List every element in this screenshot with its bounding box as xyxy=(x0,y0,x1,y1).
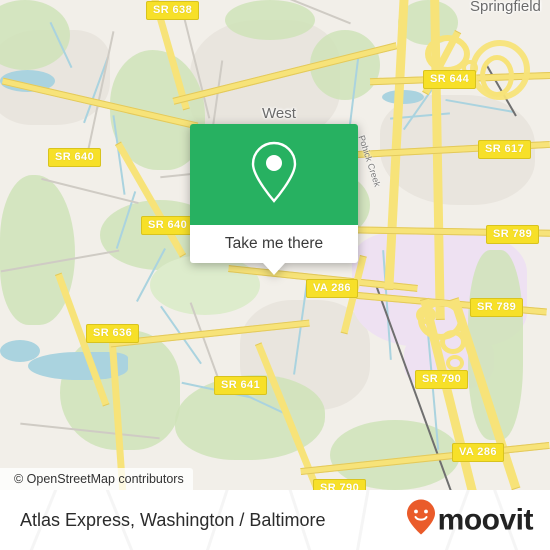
interchange-loop xyxy=(416,306,436,324)
place-label-west-springfield: West xyxy=(262,105,296,122)
landuse-forest xyxy=(0,175,75,325)
route-shield-sr789-a[interactable]: SR 789 xyxy=(486,225,540,244)
interchange-loop xyxy=(440,330,466,354)
minor-road xyxy=(189,302,222,388)
map-screen: Springfield West Pohick Creek SR 638 SR … xyxy=(0,0,550,550)
popup-pointer xyxy=(263,263,285,275)
water-label-pohick-creek: Pohick Creek xyxy=(356,134,383,189)
map-pin-icon xyxy=(248,139,300,210)
map-attribution[interactable]: © OpenStreetMap contributors xyxy=(0,468,193,490)
take-me-there-button[interactable]: Take me there xyxy=(190,225,358,263)
route-shield-sr641[interactable]: SR 641 xyxy=(214,376,268,395)
landuse-forest xyxy=(225,0,315,40)
destination-popup[interactable]: Take me there xyxy=(190,124,358,275)
route-shield-sr640-b[interactable]: SR 640 xyxy=(141,216,195,235)
footer-bar: Atlas Express, Washington / Baltimore mo… xyxy=(0,490,550,550)
take-me-there-label: Take me there xyxy=(224,235,324,252)
location-title: Atlas Express, Washington / Baltimore xyxy=(20,509,326,530)
route-shield-sr790-b[interactable]: SR 790 xyxy=(313,479,367,490)
moovit-wordmark: moovit xyxy=(437,503,534,536)
interchange-loop xyxy=(446,355,464,371)
water-lake xyxy=(0,340,40,362)
popup-header xyxy=(190,124,358,225)
landuse-grass xyxy=(150,255,260,315)
route-shield-sr790-a[interactable]: SR 790 xyxy=(415,370,469,389)
interchange-loop xyxy=(480,55,514,97)
watermark-stripe xyxy=(350,490,373,550)
route-shield-sr617[interactable]: SR 617 xyxy=(478,140,532,159)
route-shield-va286-a[interactable]: VA 286 xyxy=(306,279,358,298)
moovit-brand[interactable]: moovit xyxy=(406,499,534,542)
moovit-pin-smile-icon xyxy=(406,499,436,542)
route-shield-sr636[interactable]: SR 636 xyxy=(86,324,140,343)
route-shield-sr789-b[interactable]: SR 789 xyxy=(470,298,524,317)
route-shield-va286-b[interactable]: VA 286 xyxy=(452,443,504,462)
place-label-springfield: Springfield xyxy=(470,0,541,15)
route-shield-sr644[interactable]: SR 644 xyxy=(423,70,477,89)
route-shield-sr640-a[interactable]: SR 640 xyxy=(48,148,102,167)
route-shield-sr638[interactable]: SR 638 xyxy=(146,1,200,20)
